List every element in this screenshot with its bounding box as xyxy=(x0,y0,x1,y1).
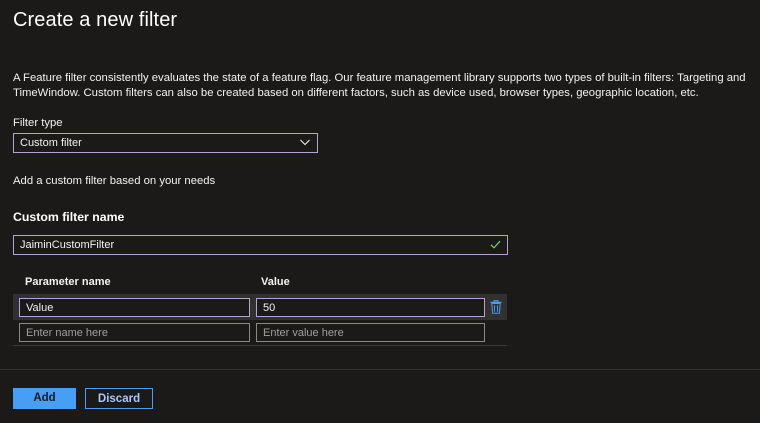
custom-filter-name-value: JaiminCustomFilter xyxy=(20,239,115,251)
page-title: Create a new filter xyxy=(13,9,178,31)
new-parameter-value-placeholder: Enter value here xyxy=(263,327,344,339)
footer-divider xyxy=(0,369,760,370)
chevron-down-icon xyxy=(300,139,310,146)
custom-filter-name-input[interactable]: JaiminCustomFilter xyxy=(13,235,508,255)
filter-type-dropdown[interactable]: Custom filter xyxy=(13,133,318,153)
table-row-divider xyxy=(13,345,507,346)
filter-type-selected: Custom filter xyxy=(20,137,82,149)
filter-description: A Feature filter consistently evaluates … xyxy=(13,72,746,99)
add-button[interactable]: Add xyxy=(13,388,76,409)
new-parameter-name-placeholder: Enter name here xyxy=(26,327,108,339)
parameter-value-input[interactable]: 50 xyxy=(256,298,485,317)
parameter-value-value: 50 xyxy=(263,302,276,314)
panel-header: Create a new filter xyxy=(0,0,760,42)
parameter-name-value: Value xyxy=(26,302,54,314)
filter-type-label: Filter type xyxy=(13,117,63,129)
parameter-name-column-header: Parameter name xyxy=(25,276,111,288)
value-column-header: Value xyxy=(261,276,290,288)
trash-icon[interactable] xyxy=(490,300,502,314)
checkmark-icon xyxy=(490,240,501,249)
new-parameter-value-input[interactable]: Enter value here xyxy=(256,323,485,342)
custom-filter-name-label: Custom filter name xyxy=(13,210,125,224)
new-parameter-name-input[interactable]: Enter name here xyxy=(19,323,250,342)
custom-filter-hint: Add a custom filter based on your needs xyxy=(13,175,216,187)
parameter-name-input[interactable]: Value xyxy=(19,298,250,317)
create-filter-panel: Create a new filter A Feature filter con… xyxy=(0,0,760,423)
discard-button[interactable]: Discard xyxy=(85,388,153,409)
